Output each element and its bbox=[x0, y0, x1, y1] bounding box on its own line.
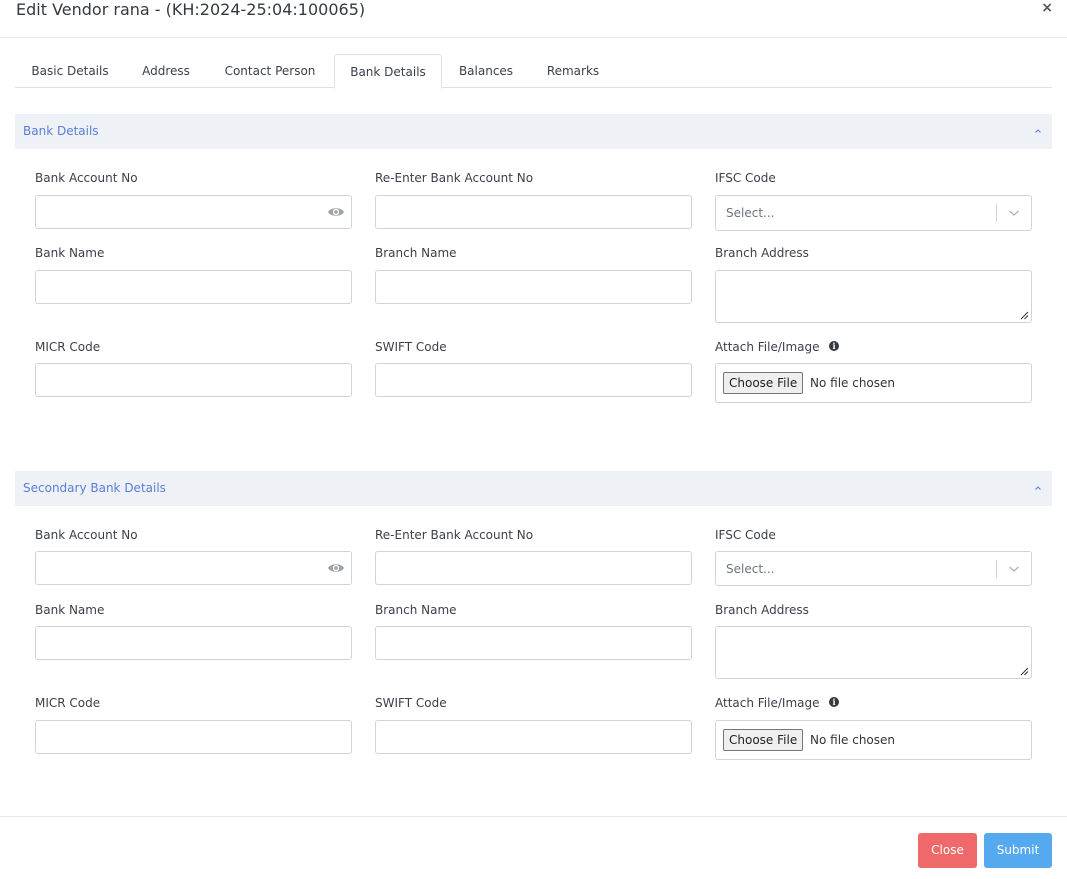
ifsc-select-placeholder: Select... bbox=[726, 562, 775, 576]
secondary-reenter-bank-account-no-label: Re-Enter Bank Account No bbox=[375, 528, 534, 542]
secondary-swift-code-label: SWIFT Code bbox=[375, 696, 447, 710]
reenter-bank-account-no-label: Re-Enter Bank Account No bbox=[375, 171, 534, 185]
secondary-bank-name-label: Bank Name bbox=[35, 603, 105, 617]
eye-icon[interactable] bbox=[327, 205, 345, 219]
close-icon[interactable]: × bbox=[1041, 0, 1053, 16]
branch-address-textarea[interactable] bbox=[715, 270, 1032, 323]
secondary-branch-address-label: Branch Address bbox=[715, 603, 809, 617]
secondary-branch-address-textarea[interactable] bbox=[715, 626, 1032, 679]
secondary-branch-name-input[interactable] bbox=[375, 626, 692, 660]
section-title: Bank Details bbox=[23, 124, 99, 138]
bank-name-label: Bank Name bbox=[35, 246, 105, 260]
secondary-ifsc-code-select[interactable]: Select... bbox=[715, 551, 1032, 586]
resize-grip-icon[interactable] bbox=[1020, 311, 1029, 320]
ifsc-code-label: IFSC Code bbox=[715, 171, 776, 185]
chevron-down-icon[interactable] bbox=[1008, 208, 1020, 218]
secondary-attach-file-input[interactable]: Choose File No file chosen bbox=[715, 720, 1032, 760]
resize-grip-icon[interactable] bbox=[1020, 667, 1029, 676]
bank-account-no-label: Bank Account No bbox=[35, 171, 138, 185]
tab-basic-details[interactable]: Basic Details bbox=[15, 54, 125, 88]
info-icon[interactable]: i bbox=[829, 341, 839, 351]
modal-footer: Close Submit bbox=[0, 816, 1067, 879]
modal-title: Edit Vendor rana - (KH:2024-25:04:100065… bbox=[16, 0, 366, 19]
bank-account-no-input[interactable] bbox=[35, 195, 352, 229]
select-separator bbox=[996, 204, 997, 222]
file-status-text: No file chosen bbox=[810, 376, 896, 390]
secondary-ifsc-code-label: IFSC Code bbox=[715, 528, 776, 542]
close-button[interactable]: Close bbox=[918, 833, 977, 868]
choose-file-button[interactable]: Choose File bbox=[723, 729, 804, 751]
section-title: Secondary Bank Details bbox=[23, 481, 166, 495]
secondary-micr-code-input[interactable] bbox=[35, 720, 352, 754]
branch-address-label: Branch Address bbox=[715, 246, 809, 260]
secondary-bank-account-no-input[interactable] bbox=[35, 551, 352, 585]
secondary-branch-name-label: Branch Name bbox=[375, 603, 457, 617]
file-status-text: No file chosen bbox=[810, 733, 896, 747]
attach-file-label: Attach File/Image bbox=[715, 340, 820, 354]
branch-name-label: Branch Name bbox=[375, 246, 457, 260]
secondary-reenter-bank-account-no-input[interactable] bbox=[375, 551, 692, 585]
micr-code-input[interactable] bbox=[35, 363, 352, 397]
branch-name-input[interactable] bbox=[375, 270, 692, 304]
choose-file-button[interactable]: Choose File bbox=[723, 372, 804, 394]
secondary-bank-account-no-label: Bank Account No bbox=[35, 528, 138, 542]
info-icon[interactable]: i bbox=[829, 697, 839, 707]
reenter-bank-account-no-input[interactable] bbox=[375, 195, 692, 229]
select-separator bbox=[996, 560, 997, 578]
eye-icon[interactable] bbox=[327, 561, 345, 575]
ifsc-code-select[interactable]: Select... bbox=[715, 195, 1032, 231]
bank-details-section-header[interactable]: Bank Details bbox=[15, 114, 1052, 149]
secondary-attach-file-label: Attach File/Image bbox=[715, 696, 820, 710]
chevron-down-icon[interactable] bbox=[1008, 564, 1020, 574]
ifsc-select-placeholder: Select... bbox=[726, 206, 775, 220]
secondary-micr-code-label: MICR Code bbox=[35, 696, 101, 710]
swift-code-input[interactable] bbox=[375, 363, 692, 397]
attach-file-input[interactable]: Choose File No file chosen bbox=[715, 363, 1032, 403]
secondary-swift-code-input[interactable] bbox=[375, 720, 692, 754]
tab-contact-person[interactable]: Contact Person bbox=[211, 54, 329, 88]
tab-remarks[interactable]: Remarks bbox=[533, 54, 613, 88]
chevron-up-icon bbox=[1035, 486, 1041, 490]
secondary-bank-details-section-header[interactable]: Secondary Bank Details bbox=[15, 471, 1052, 506]
tab-bank-details[interactable]: Bank Details bbox=[334, 54, 442, 89]
tab-address[interactable]: Address bbox=[129, 54, 203, 88]
tab-bar: Basic Details Address Contact Person Ban… bbox=[15, 54, 1052, 89]
submit-button[interactable]: Submit bbox=[984, 833, 1052, 868]
swift-code-label: SWIFT Code bbox=[375, 340, 447, 354]
secondary-bank-name-input[interactable] bbox=[35, 626, 352, 660]
tab-balances[interactable]: Balances bbox=[445, 54, 527, 88]
chevron-up-icon bbox=[1035, 129, 1041, 133]
micr-code-label: MICR Code bbox=[35, 340, 101, 354]
modal-header: Edit Vendor rana - (KH:2024-25:04:100065… bbox=[0, 0, 1067, 38]
bank-name-input[interactable] bbox=[35, 270, 352, 304]
